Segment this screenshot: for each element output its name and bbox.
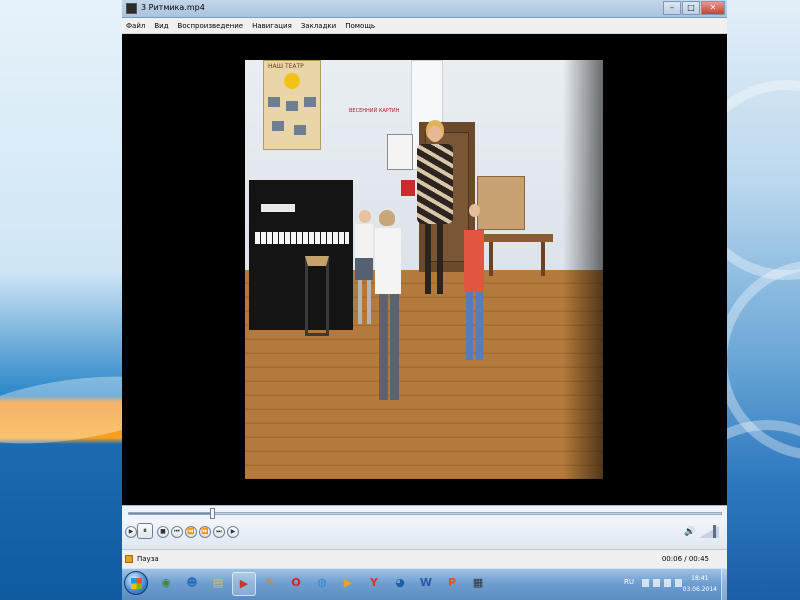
- status-bar: Пауза 00:06 / 00:45: [122, 549, 727, 568]
- minimize-button[interactable]: –: [663, 1, 681, 15]
- menu-file[interactable]: Файл: [126, 22, 145, 30]
- playback-controls: ▶ ⏸ ■ ⏮ ⏪ ⏩ ⏭ ▶ 🔊: [122, 519, 727, 549]
- wall-poster: НАШ ТЕАТР: [263, 60, 321, 150]
- next-button[interactable]: ⏭: [213, 526, 225, 538]
- maximize-button[interactable]: □: [682, 1, 700, 15]
- piano: [249, 180, 353, 330]
- windows-logo-icon: [131, 578, 142, 589]
- menu-playback[interactable]: Воспроизведение: [178, 22, 244, 30]
- seek-bar[interactable]: [122, 505, 727, 519]
- yandex-taskbar-icon[interactable]: Y: [362, 572, 386, 596]
- poster-photo: [304, 97, 316, 107]
- slide-background-left: [0, 0, 184, 600]
- poster-photo: [272, 121, 284, 131]
- browser-taskbar-icon[interactable]: ◍: [310, 572, 334, 596]
- status-state: Пауза: [137, 555, 159, 563]
- clock[interactable]: 18:41 03.06.2014: [683, 573, 717, 595]
- clock-time: 18:41: [691, 575, 709, 582]
- shelf-sign: ВЕСЕННИЙ КАРТИН: [349, 108, 400, 114]
- wall-shadow: [563, 60, 603, 479]
- volume-icon[interactable]: 🔊: [684, 527, 695, 537]
- menu-bookmarks[interactable]: Закладки: [301, 22, 336, 30]
- title-bar[interactable]: 3 Ритмика.mp4 – □ ✕: [122, 0, 727, 18]
- language-indicator[interactable]: RU: [624, 578, 634, 586]
- flag-icon[interactable]: [642, 579, 649, 587]
- volume-knob[interactable]: [712, 525, 716, 538]
- globe-taskbar-icon[interactable]: ◕: [388, 572, 412, 596]
- media-taskbar-icon[interactable]: ▶: [336, 572, 360, 596]
- menu-navigation[interactable]: Навигация: [252, 22, 292, 30]
- chair: [305, 256, 329, 336]
- seek-progress: [129, 513, 212, 514]
- chrome-taskbar-icon[interactable]: ◉: [154, 572, 178, 596]
- boxes: [477, 176, 525, 230]
- time-display: 00:06 / 00:45: [661, 555, 709, 563]
- close-button[interactable]: ✕: [701, 1, 725, 15]
- opera-taskbar-icon[interactable]: O: [284, 572, 308, 596]
- rewind-button[interactable]: ⏪: [185, 526, 197, 538]
- stop-button[interactable]: ■: [157, 526, 169, 538]
- notes-taskbar-icon[interactable]: ▤: [206, 572, 230, 596]
- volume-slider[interactable]: [699, 525, 719, 538]
- powerpoint-taskbar-icon[interactable]: P: [440, 572, 464, 596]
- frame-step-button[interactable]: ▶: [227, 526, 239, 538]
- table-leg: [489, 242, 493, 276]
- system-tray: RU 18:41 03.06.2014: [622, 569, 727, 600]
- menu-view[interactable]: Вид: [154, 22, 168, 30]
- start-button[interactable]: [124, 571, 148, 595]
- easel: [387, 134, 413, 170]
- forward-button[interactable]: ⏩: [199, 526, 211, 538]
- window-title: 3 Ритмика.mp4: [141, 3, 205, 12]
- word-taskbar-icon[interactable]: W: [414, 572, 438, 596]
- media-player-window: 3 Ритмика.mp4 – □ ✕ Файл Вид Воспроизвед…: [122, 0, 727, 568]
- speaker-icon[interactable]: [675, 579, 682, 587]
- app-icon: [126, 3, 137, 14]
- menu-bar: Файл Вид Воспроизведение Навигация Закла…: [122, 18, 727, 34]
- pause-status-icon: [125, 555, 133, 563]
- background-wave: [727, 420, 800, 600]
- seek-track[interactable]: [128, 508, 722, 519]
- background-wave: [727, 80, 800, 280]
- table: [483, 234, 553, 242]
- video-taskbar-icon[interactable]: ▦: [466, 572, 490, 596]
- play-button[interactable]: ▶: [125, 526, 137, 538]
- table-leg: [541, 242, 545, 276]
- poster-photo: [294, 125, 306, 135]
- pause-button[interactable]: ⏸: [137, 523, 153, 539]
- network-icon[interactable]: [653, 579, 660, 587]
- battery-icon[interactable]: [664, 579, 671, 587]
- sun-icon: [284, 73, 300, 89]
- poster-photo: [286, 101, 298, 111]
- window-controls: – □ ✕: [663, 1, 725, 15]
- poster-photo: [268, 97, 280, 107]
- poster-title: НАШ ТЕАТР: [268, 63, 304, 70]
- prev-button[interactable]: ⏮: [171, 526, 183, 538]
- menu-help[interactable]: Помощь: [345, 22, 375, 30]
- slide-background-right: [727, 0, 800, 600]
- show-desktop-button[interactable]: [721, 569, 727, 600]
- seek-thumb[interactable]: [209, 508, 215, 519]
- clock-date: 03.06.2014: [682, 586, 717, 593]
- paint-taskbar-icon[interactable]: ✎: [258, 572, 282, 596]
- video-frame: НАШ ТЕАТР ВЕСЕННИЙ КАРТИН: [245, 60, 603, 479]
- player-taskbar-icon[interactable]: ▶: [232, 572, 256, 596]
- video-area[interactable]: НАШ ТЕАТР ВЕСЕННИЙ КАРТИН: [122, 34, 727, 505]
- taskbar: ◉ ☻ ▤ ▶ ✎ O ◍ ▶ Y ◕ W P ▦ RU 18:41 03.06.2014: [122, 568, 727, 600]
- people-taskbar-icon[interactable]: ☻: [180, 572, 204, 596]
